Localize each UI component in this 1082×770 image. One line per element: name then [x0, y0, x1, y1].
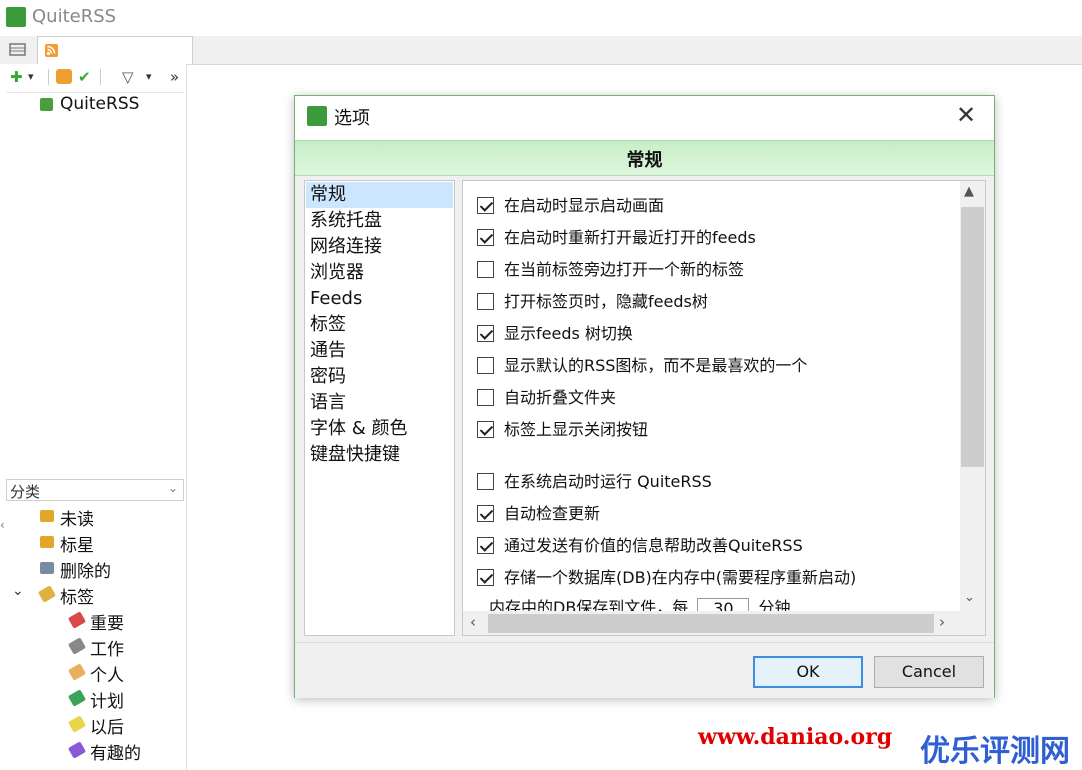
option-label: 在启动时显示启动画面	[504, 196, 665, 215]
checkbox[interactable]	[477, 261, 494, 278]
vertical-scroll-thumb[interactable]	[961, 207, 984, 467]
ok-button[interactable]: OK	[753, 656, 863, 688]
option-label: 自动检查更新	[504, 504, 601, 523]
option-label: 存储一个数据库(DB)在内存中(需要程序重新启动)	[504, 568, 857, 587]
dialog-titlebar	[295, 96, 994, 140]
rss-dialog-icon	[307, 106, 327, 126]
option-label: 在系统启动时运行 QuiteRSS	[504, 472, 712, 491]
cancel-button[interactable]: Cancel	[874, 656, 984, 688]
checkbox[interactable]	[477, 569, 494, 586]
close-icon[interactable]: ✕	[956, 101, 976, 129]
category-deleted[interactable]: 删除的	[60, 557, 111, 582]
label-plan[interactable]: 计划	[90, 687, 124, 712]
more-icon[interactable]: »	[170, 66, 179, 88]
nav-item-tray[interactable]: 系统托盘	[306, 208, 453, 234]
add-dropdown-icon[interactable]: ▾	[28, 66, 34, 88]
nav-item-labels[interactable]: 标签	[306, 312, 453, 338]
trash-icon	[40, 562, 54, 574]
horizontal-scroll-thumb[interactable]	[488, 614, 934, 633]
window-titlebar	[0, 0, 1082, 36]
toolbar-divider	[100, 69, 101, 85]
category-labels[interactable]: 标签	[60, 583, 94, 608]
checkbox[interactable]	[477, 293, 494, 310]
db-save-suffix: 分钟	[758, 598, 791, 611]
db-save-prefix: 内存中的DB保存到文件，每	[489, 598, 689, 611]
category-starred[interactable]: 标星	[60, 531, 94, 556]
nav-item-feeds[interactable]: Feeds	[306, 286, 453, 312]
nav-item-passwords[interactable]: 密码	[306, 364, 453, 390]
checkbox[interactable]	[477, 537, 494, 554]
scroll-left-icon[interactable]: ‹	[470, 613, 476, 631]
option-label: 在当前标签旁边打开一个新的标签	[504, 260, 745, 279]
option-label: 显示feeds 树切换	[504, 324, 633, 343]
option-label: 自动折叠文件夹	[504, 388, 617, 407]
feed-rss-icon	[40, 98, 53, 111]
checkbox[interactable]	[477, 421, 494, 438]
app-title: QuiteRSS	[32, 6, 117, 27]
chevron-down-icon[interactable]: ⌄	[168, 481, 178, 495]
starred-icon	[40, 536, 54, 548]
feed-item[interactable]: QuiteRSS	[60, 94, 139, 114]
scroll-down-icon[interactable]: ⌄	[964, 590, 975, 605]
nav-item-notifications[interactable]: 通告	[306, 338, 453, 364]
db-save-interval-row: 内存中的DB保存到文件，每 30 分钟	[489, 597, 791, 611]
option-label: 标签上显示关闭按钮	[504, 420, 649, 439]
feed-tree	[6, 92, 184, 477]
scroll-right-icon[interactable]: ›	[939, 613, 945, 631]
option-label: 通过发送有价值的信息帮助改善QuiteRSS	[504, 536, 803, 555]
watermark-brand: 优乐评测网	[920, 734, 1070, 769]
checkbox[interactable]	[477, 197, 494, 214]
nav-item-general[interactable]: 常规	[306, 182, 453, 208]
rss-app-icon	[6, 7, 26, 27]
add-feed-icon[interactable]: ✚	[10, 66, 23, 88]
tab-list-icon[interactable]	[0, 36, 36, 63]
label-personal[interactable]: 个人	[90, 661, 124, 686]
dialog-title: 选项	[334, 108, 370, 129]
nav-item-network[interactable]: 网络连接	[306, 234, 453, 260]
checkbox[interactable]	[477, 389, 494, 406]
mark-read-icon[interactable]: ✔	[78, 66, 91, 88]
option-label: 在启动时重新打开最近打开的feeds	[504, 228, 756, 247]
filter-dropdown-icon[interactable]: ▾	[146, 66, 152, 88]
checkbox[interactable]	[477, 325, 494, 342]
tab-feeds[interactable]	[37, 36, 193, 64]
option-label: 打开标签页时，隐藏feeds树	[504, 292, 708, 311]
label-work[interactable]: 工作	[90, 635, 124, 660]
checkbox[interactable]	[477, 229, 494, 246]
update-feeds-icon[interactable]	[56, 69, 72, 84]
section-header-title: 常规	[626, 150, 663, 171]
label-fun[interactable]: 有趣的	[90, 739, 141, 764]
category-unread[interactable]: 未读	[60, 505, 94, 530]
scroll-up-icon[interactable]: ▲	[964, 184, 974, 199]
category-select-label: 分类	[10, 483, 41, 501]
nav-item-language[interactable]: 语言	[306, 390, 453, 416]
filter-icon[interactable]: ▽	[122, 66, 134, 88]
feeds-toolbar: ✚ ▾ ✔ ▽ ▾ »	[8, 66, 184, 90]
nav-item-browser[interactable]: 浏览器	[306, 260, 453, 286]
expand-chevron-icon[interactable]: ⌄	[12, 583, 24, 599]
nav-item-fonts-colors[interactable]: 字体 & 颜色	[306, 416, 453, 442]
checkbox[interactable]	[477, 473, 494, 490]
option-label: 显示默认的RSS图标，而不是最喜欢的一个	[504, 356, 808, 375]
collapse-left-icon[interactable]: ‹	[0, 518, 5, 532]
toolbar-divider	[48, 69, 49, 85]
unread-icon	[40, 510, 54, 522]
nav-item-shortcuts[interactable]: 键盘快捷键	[306, 442, 453, 468]
label-later[interactable]: 以后	[90, 713, 124, 738]
options-scroll-area: 在启动时显示启动画面 在启动时重新打开最近打开的feeds 在当前标签旁边打开一…	[463, 181, 960, 611]
checkbox[interactable]	[477, 357, 494, 374]
label-important[interactable]: 重要	[90, 609, 124, 634]
checkbox[interactable]	[477, 505, 494, 522]
db-save-interval-stepper[interactable]: 30	[697, 597, 750, 611]
watermark-site: www.daniao.org	[698, 724, 893, 750]
